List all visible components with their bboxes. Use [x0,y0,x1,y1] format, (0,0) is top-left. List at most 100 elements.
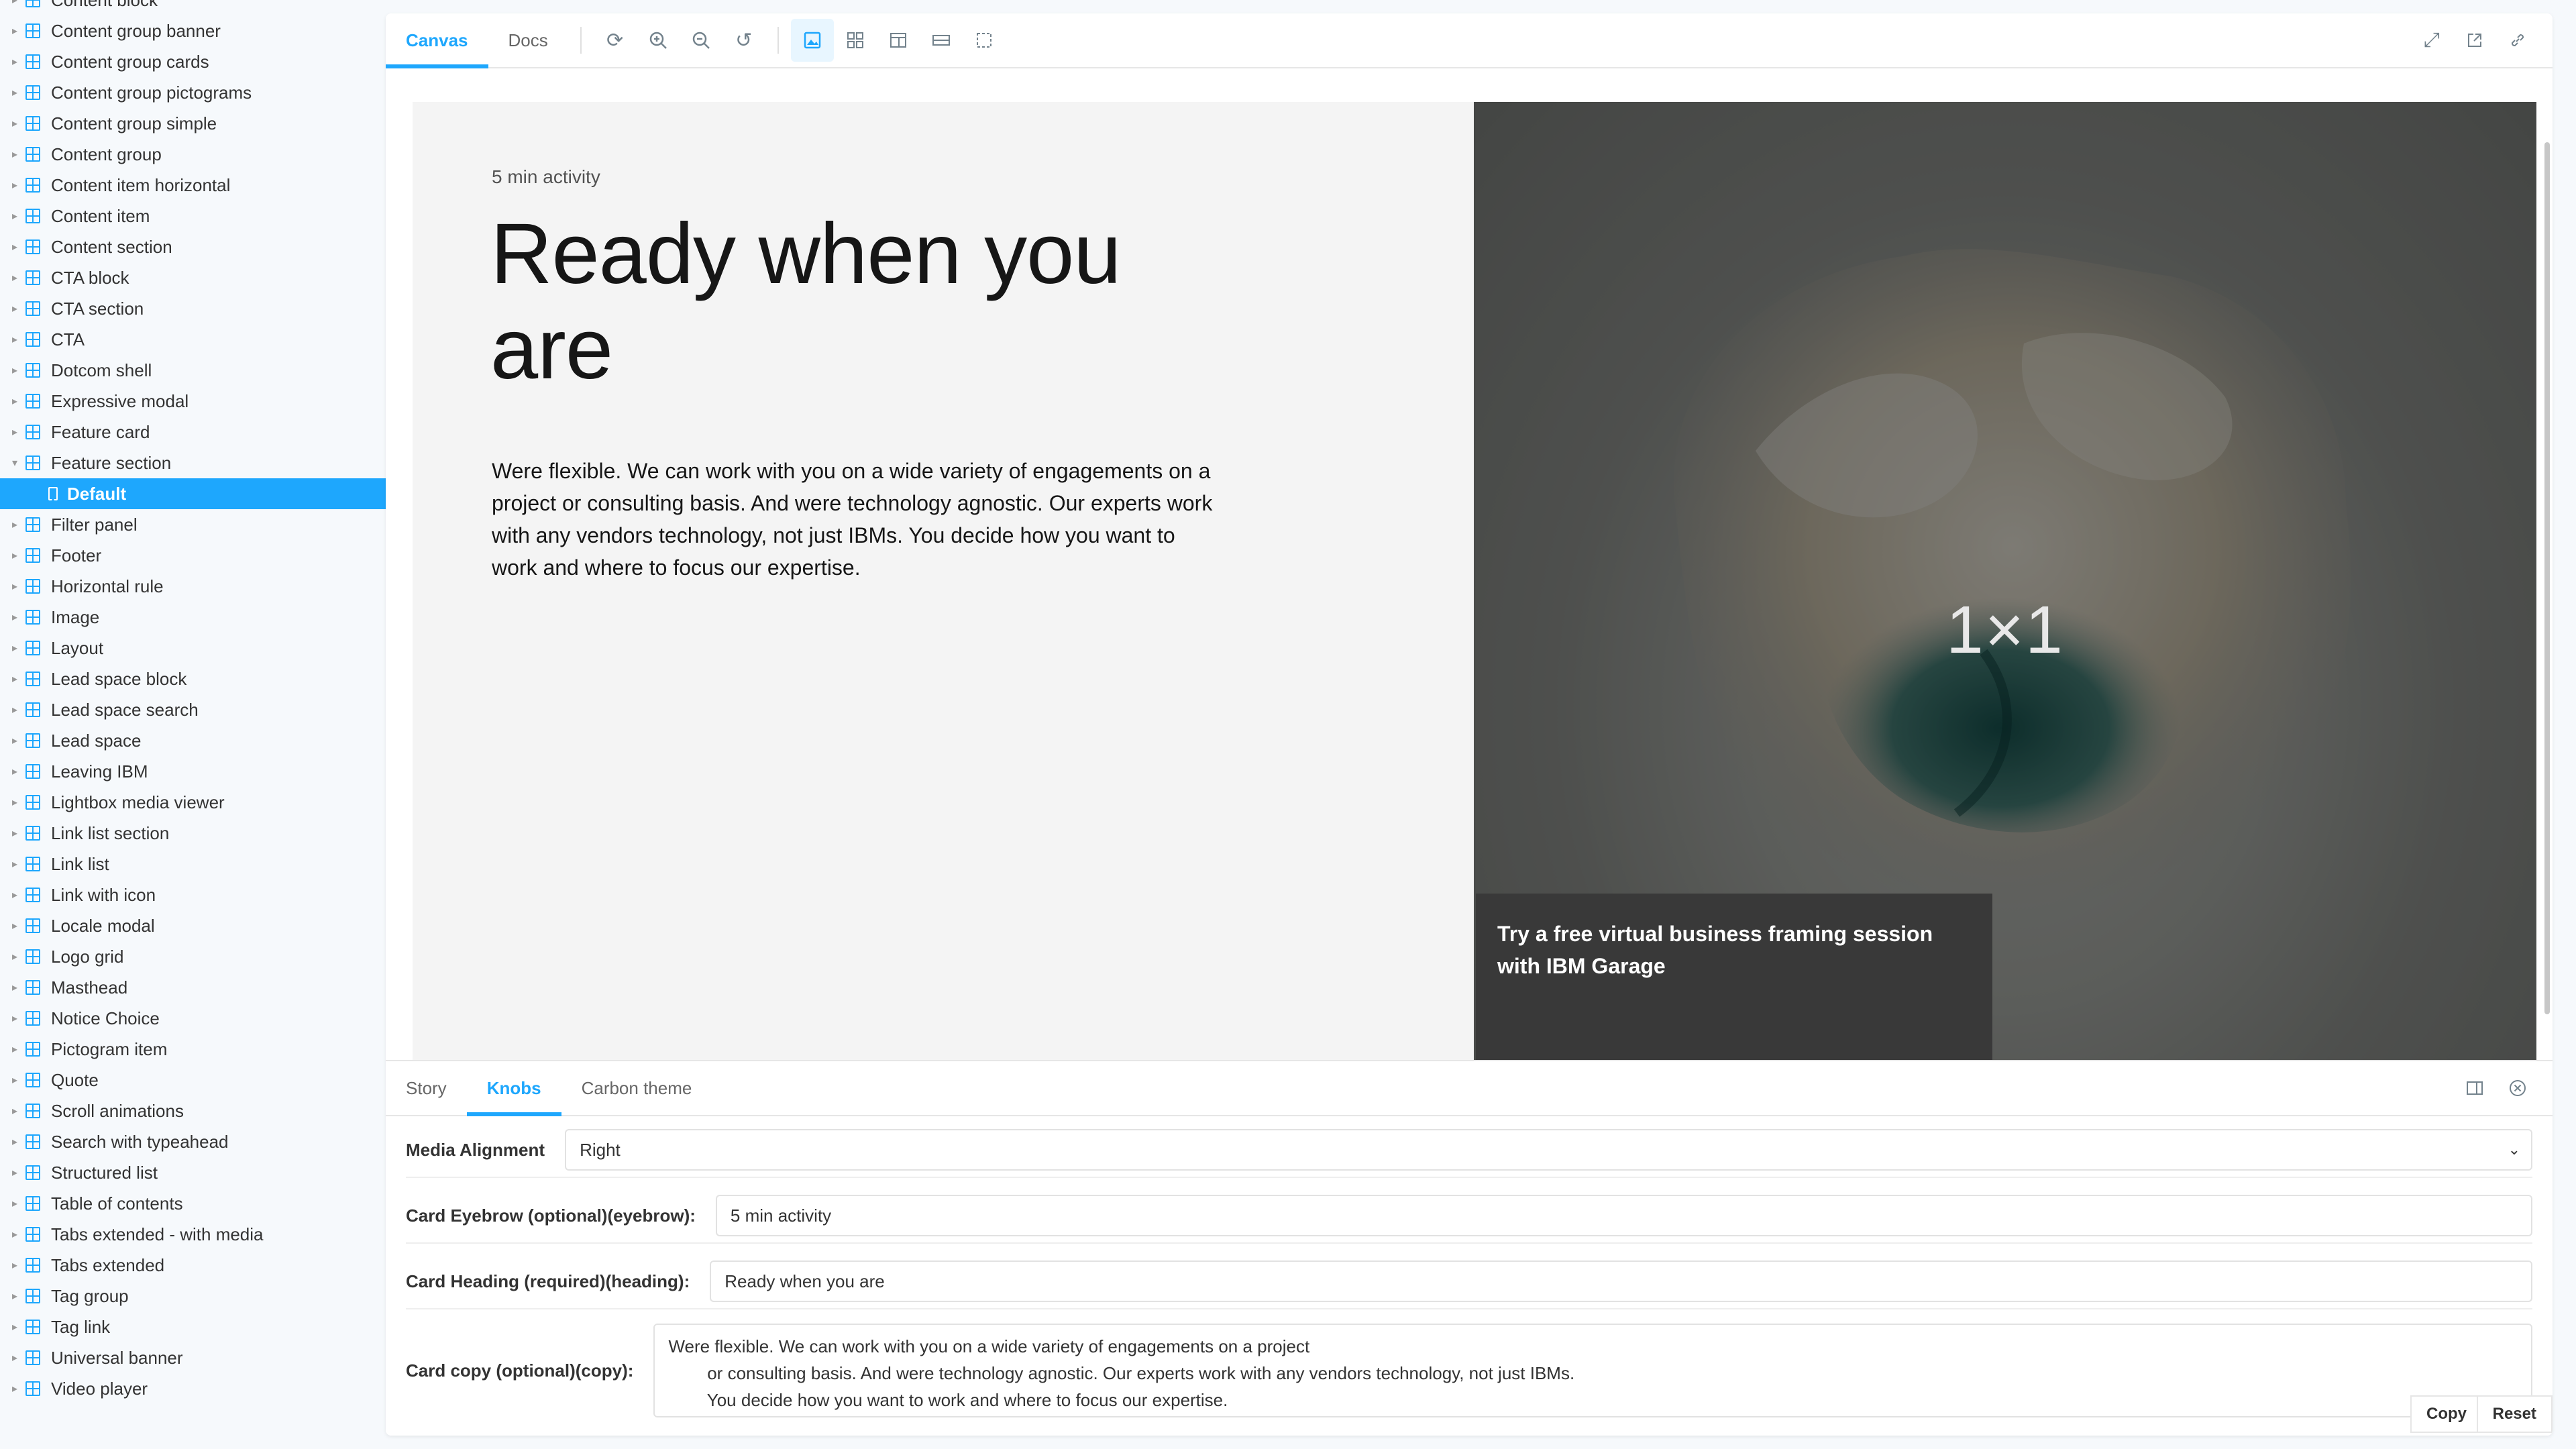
sidebar-component-item[interactable]: ▸ Tag link [0,1311,386,1342]
caret-right-icon: ▸ [11,1198,18,1210]
tab-knobs[interactable]: Knobs [466,1061,561,1116]
outline-icon[interactable] [963,19,1006,62]
sidebar-item-label: Dotcom shell [51,360,152,380]
sidebar-component-item[interactable]: ▸ Scroll animations [0,1095,386,1126]
sidebar-component-item[interactable]: ▸ Table of contents [0,1188,386,1219]
sidebar-component-item[interactable]: ▸ Notice Choice [0,1003,386,1034]
sidebar-component-item[interactable]: ▸ Leaving IBM [0,756,386,787]
component-icon [25,918,40,933]
sidebar-component-item[interactable]: ▸ Tabs extended - with media [0,1219,386,1250]
tab-story[interactable]: Story [386,1061,467,1115]
sidebar-component-item[interactable]: ▸ Horizontal rule [0,571,386,602]
tab-docs[interactable]: Docs [488,13,568,67]
tab-carbon-theme-label: Carbon theme [581,1077,692,1098]
sidebar-component-item[interactable]: ▸ Lead space [0,725,386,756]
open-new-tab-icon[interactable] [2453,19,2496,62]
sidebar-item-label: Content section [51,236,172,257]
sidebar-component-item[interactable]: ▸ CTA block [0,262,386,293]
sidebar-item-label: Content group cards [51,51,209,72]
sidebar-component-item[interactable]: ▸ Content item [0,201,386,231]
heading-textarea[interactable]: Ready when you are [710,1260,2532,1302]
sidebar-component-item[interactable]: ▸ Filter panel [0,509,386,540]
component-icon [25,1227,40,1242]
cta-card-text: Try a free virtual business framing sess… [1497,922,1933,978]
copy-button[interactable]: Copy [2410,1395,2483,1433]
sidebar-component-item[interactable]: ▸ Lightbox media viewer [0,787,386,818]
eyebrow-textarea[interactable]: 5 min activity [715,1195,2532,1236]
sidebar-component-item[interactable]: ▸ CTA [0,324,386,355]
component-icon [25,1350,40,1365]
zoom-reset-icon[interactable]: ↺ [722,19,765,62]
sidebar-component-item[interactable]: ▸ Feature card [0,417,386,447]
sidebar-component-item[interactable]: ▸ Structured list [0,1157,386,1188]
sidebar-component-item[interactable]: ▸ Layout [0,633,386,663]
fullscreen-icon[interactable]: ⤢ [2410,19,2453,62]
grid-icon[interactable] [834,19,877,62]
component-icon [25,949,40,964]
toggle-panel-orientation-icon[interactable] [2453,1067,2496,1110]
caret-right-icon: ▸ [11,1044,18,1055]
copy-link-icon[interactable] [2496,19,2539,62]
media-alignment-select[interactable]: Right ⌄ [565,1129,2532,1171]
sidebar-component-item[interactable]: ▸ Content group [0,139,386,170]
sidebar-component-item[interactable]: ▸ Content section [0,231,386,262]
sidebar-component-item[interactable]: ▸ Lead space search [0,694,386,725]
sidebar-component-item[interactable]: ▸ Lead space block [0,663,386,694]
component-icon [25,826,40,841]
sidebar-component-item[interactable]: ▸ Content group cards [0,46,386,77]
viewport-icon[interactable] [877,19,920,62]
tab-canvas[interactable]: Canvas [386,13,488,68]
component-icon [25,270,40,285]
canvas-scrollbar[interactable] [2544,142,2550,1014]
sidebar-component-item[interactable]: ▸ Content item horizontal [0,170,386,201]
sidebar-component-item[interactable]: ▸ Pictogram item [0,1034,386,1065]
close-panel-icon[interactable] [2496,1067,2539,1110]
sidebar-component-item[interactable]: ▸ Video player [0,1373,386,1404]
reset-button[interactable]: Reset [2476,1395,2553,1433]
component-icon [25,0,40,7]
feature-cta-card[interactable]: Try a free virtual business framing sess… [1476,894,1992,1068]
sidebar-item-label: Quote [51,1069,99,1090]
sidebar-component-item[interactable]: ▸ Expressive modal [0,386,386,417]
copy-textarea[interactable]: Were flexible. We can work with you on a… [653,1324,2532,1417]
sidebar-item-label: Search with typeahead [51,1131,229,1152]
sidebar-component-item[interactable]: ▸ Content group simple [0,108,386,139]
caret-right-icon: ▸ [11,1260,18,1271]
sidebar-component-item[interactable]: ▸ Content group banner [0,15,386,46]
tab-carbon-theme[interactable]: Carbon theme [561,1061,712,1115]
sidebar-component-item[interactable]: ▸ Locale modal [0,910,386,941]
sidebar-component-item[interactable]: ▸ Link list section [0,818,386,849]
sidebar-component-item[interactable]: ▸ Link list [0,849,386,879]
background-icon[interactable] [790,19,834,62]
sidebar-component-item[interactable]: ▸ Dotcom shell [0,355,386,386]
sidebar-component-item[interactable]: ▸ Content group pictograms [0,77,386,108]
sidebar-item-label: Footer [51,545,102,566]
sidebar-item-label: Notice Choice [51,1008,160,1028]
reload-icon[interactable]: ⟳ [594,19,637,62]
sidebar-component-item[interactable]: ▸ Link with icon [0,879,386,910]
sidebar-story-item[interactable]: Default [0,478,386,509]
caret-right-icon: ▸ [11,1322,18,1333]
sidebar-item-label: Pictogram item [51,1038,168,1059]
sidebar-component-item[interactable]: ▸ Quote [0,1065,386,1095]
component-icon [25,517,40,532]
sidebar-component-item[interactable]: ▸ CTA section [0,293,386,324]
sidebar-item-label: Horizontal rule [51,576,164,596]
caret-right-icon: ▸ [11,674,18,685]
sidebar-component-item[interactable]: ▸ Search with typeahead [0,1126,386,1157]
sidebar-component-item[interactable]: ▸ Tabs extended [0,1250,386,1281]
sidebar-item-label: Lead space block [51,668,187,689]
sidebar-component-item[interactable]: ▸ Tag group [0,1281,386,1311]
sidebar-component-item[interactable]: ▾ Feature section [0,447,386,478]
component-icon [25,1165,40,1180]
component-icon [25,764,40,779]
sidebar-component-item[interactable]: ▸ Image [0,602,386,633]
sidebar-component-item[interactable]: ▸ Masthead [0,972,386,1003]
sidebar-component-item[interactable]: ▸ Universal banner [0,1342,386,1373]
zoom-out-icon[interactable] [680,19,722,62]
sidebar-component-item[interactable]: ▸ Logo grid [0,941,386,972]
zoom-in-icon[interactable] [637,19,680,62]
sidebar-component-item[interactable]: ▸ Content block [0,0,386,15]
measure-icon[interactable] [920,19,963,62]
sidebar-component-item[interactable]: ▸ Footer [0,540,386,571]
